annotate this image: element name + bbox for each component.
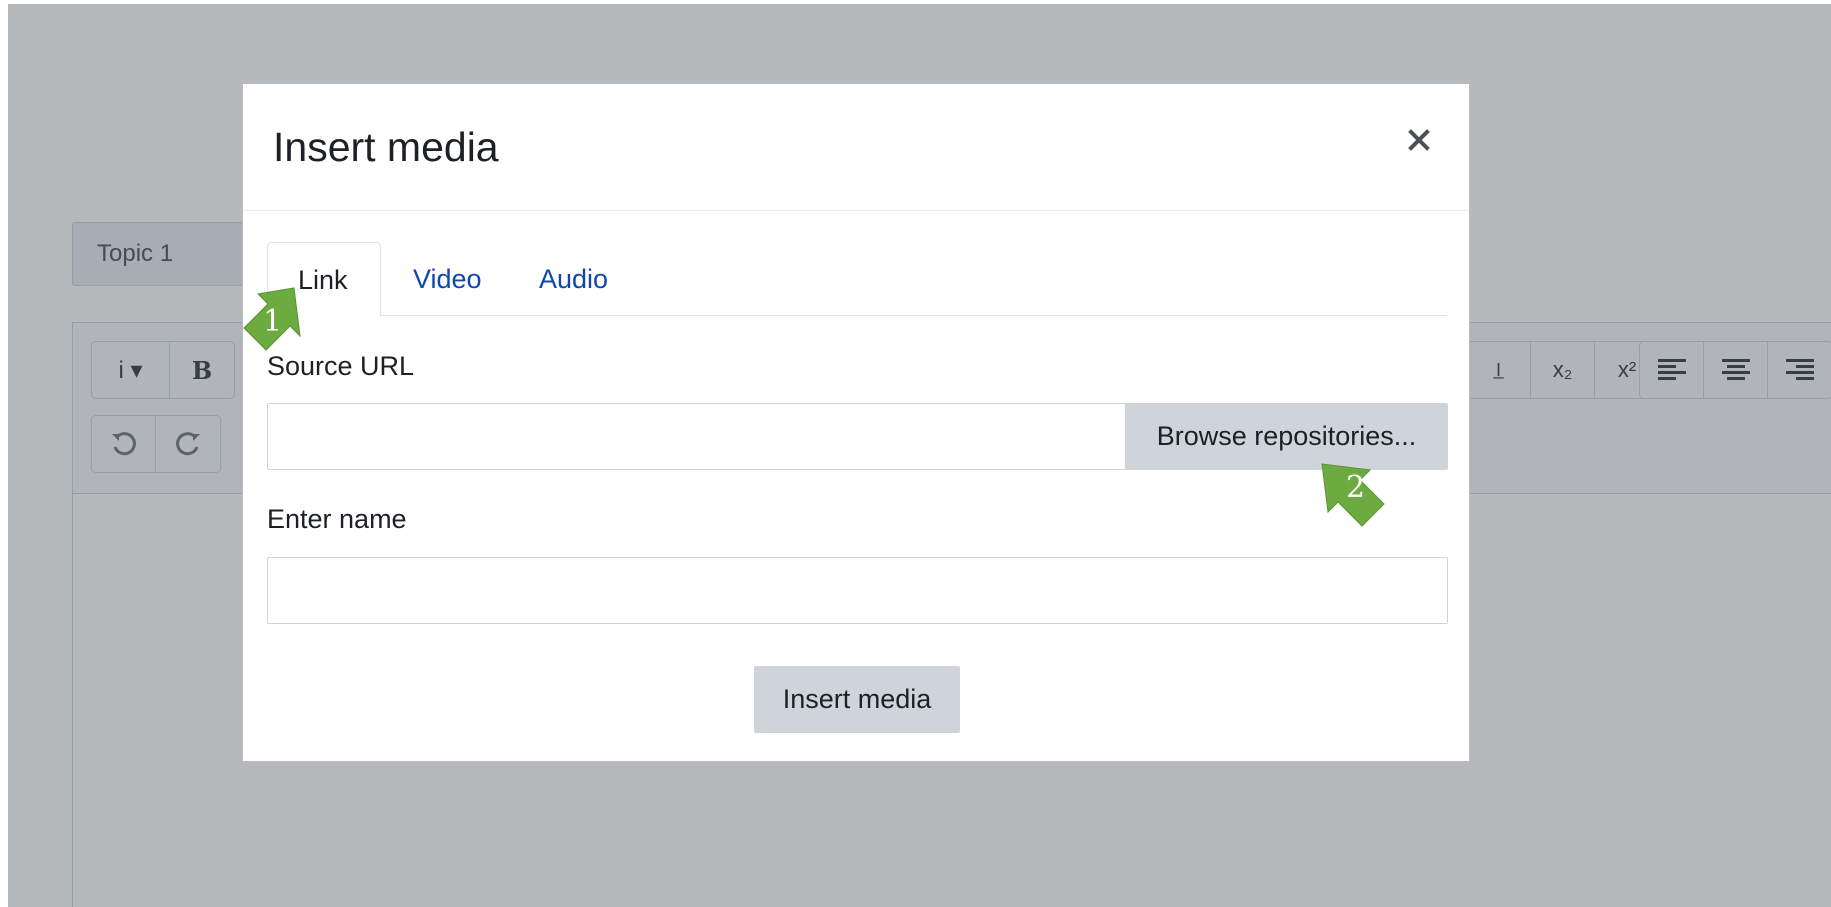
enter-name-input[interactable]	[267, 557, 1448, 624]
callout-number: 1	[263, 304, 283, 339]
backdrop-edge-left	[0, 0, 8, 907]
insert-media-button[interactable]: Insert media	[754, 666, 960, 733]
dialog-title: Insert media	[273, 124, 499, 170]
browse-repositories-button[interactable]: Browse repositories...	[1125, 403, 1448, 470]
callout-marker-1: 1	[236, 284, 316, 364]
dialog-header: Insert media	[243, 84, 1469, 211]
source-url-input[interactable]	[267, 403, 1127, 470]
enter-name-label: Enter name	[267, 504, 407, 534]
tab-audio[interactable]: Audio	[539, 242, 608, 316]
media-type-tabs: Link Video Audio	[267, 242, 1447, 317]
close-icon[interactable]	[1399, 120, 1439, 160]
callout-marker-2: 2	[1318, 462, 1398, 542]
tab-video[interactable]: Video	[413, 242, 482, 316]
callout-number: 2	[1346, 470, 1366, 505]
insert-media-dialog: Insert media Link Video Audio Source URL…	[242, 83, 1470, 762]
backdrop-edge-top	[0, 0, 1831, 4]
